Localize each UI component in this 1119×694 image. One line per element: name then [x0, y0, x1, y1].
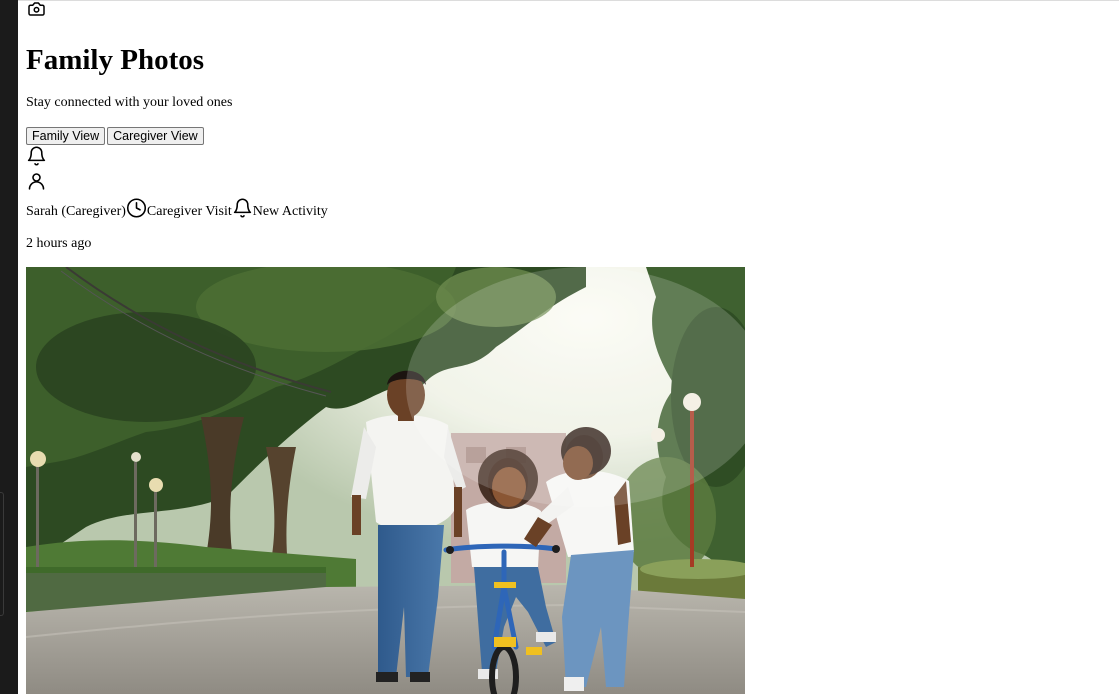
bell-icon[interactable] — [26, 145, 47, 167]
activity-author: Sarah (Caregiver) — [26, 204, 126, 219]
page-title: Family Photos — [26, 44, 205, 76]
caregiver-view-button[interactable]: Caregiver View — [107, 127, 204, 145]
page-subtitle: Stay connected with your loved ones — [26, 95, 233, 110]
activity-time: 2 hours ago — [26, 236, 92, 251]
clock-icon — [126, 198, 146, 218]
activity-status: New Activity — [252, 204, 328, 219]
scroll-notch — [0, 492, 4, 616]
view-toggle: Family View Caregiver View — [26, 127, 204, 145]
family-photo — [26, 267, 745, 694]
activity-meta: Sarah (Caregiver) Caregiver Visit New Ac… — [26, 196, 328, 220]
activity-type: Caregiver Visit — [146, 204, 232, 219]
left-window-edge — [0, 0, 18, 694]
family-view-button[interactable]: Family View — [26, 127, 106, 145]
top-border — [18, 0, 1119, 1]
camera-icon — [28, 2, 45, 16]
user-icon[interactable] — [26, 170, 47, 192]
bell-icon — [233, 198, 251, 218]
